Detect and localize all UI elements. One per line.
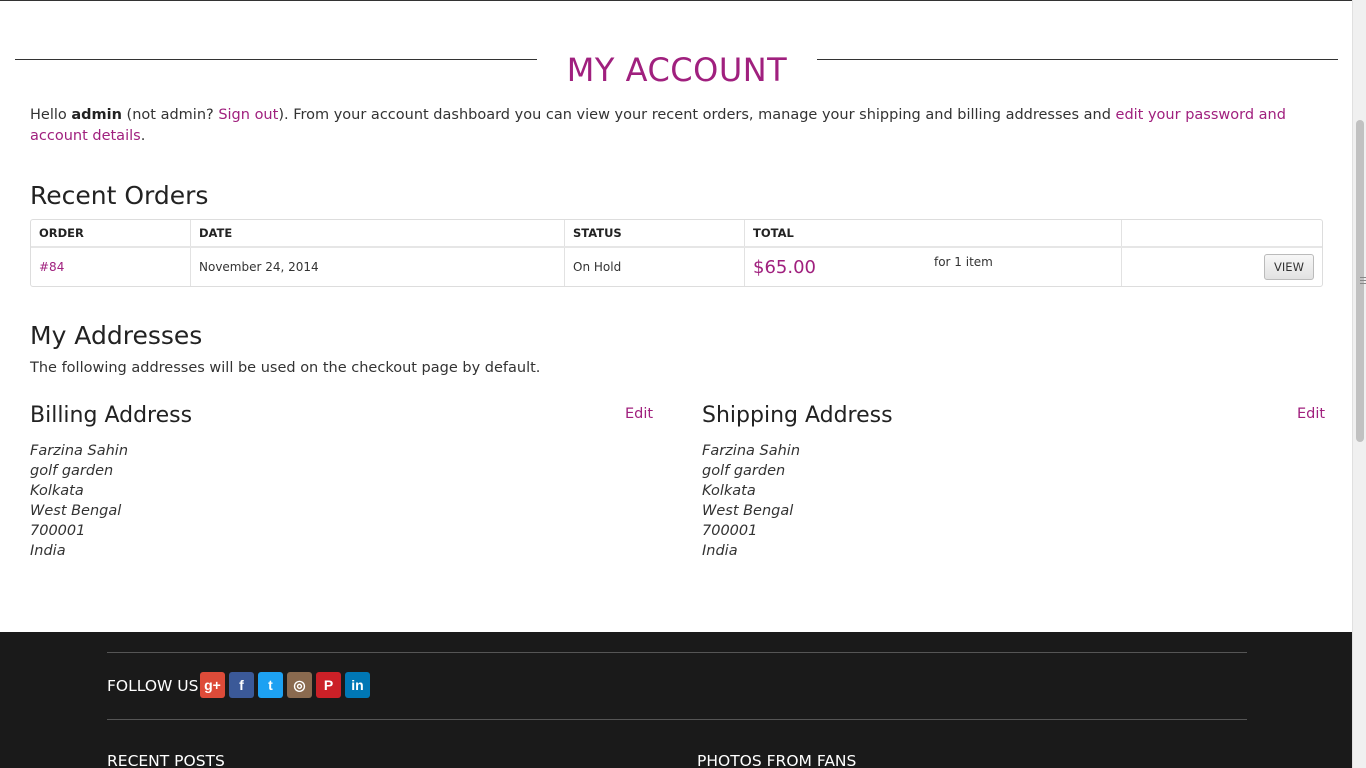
scrollbar-grip-line bbox=[1360, 283, 1366, 284]
page-scrollbar[interactable] bbox=[1352, 0, 1366, 768]
facebook-icon[interactable]: f bbox=[229, 672, 254, 698]
order-number-link[interactable]: #84 bbox=[39, 260, 64, 274]
pinterest-icon[interactable]: P bbox=[316, 672, 341, 698]
billing-address-title: Billing Address bbox=[30, 403, 193, 428]
orders-header-row: ORDER DATE STATUS TOTAL bbox=[31, 220, 1322, 248]
order-item-count: for 1 item bbox=[933, 255, 993, 269]
column-header-status: STATUS bbox=[565, 220, 745, 246]
twitter-icon[interactable]: t bbox=[258, 672, 283, 698]
orders-table: ORDER DATE STATUS TOTAL #84 November 24,… bbox=[30, 219, 1323, 287]
scrollbar-grip-line bbox=[1360, 277, 1366, 278]
edit-billing-address-link[interactable]: Edit bbox=[625, 406, 653, 422]
intro-not-user: (not admin? bbox=[121, 107, 219, 123]
addresses-description: The following addresses will be used on … bbox=[30, 360, 541, 376]
google-plus-icon[interactable]: g+ bbox=[200, 672, 225, 698]
intro-hello: Hello bbox=[30, 107, 72, 123]
shipping-city: Kolkata bbox=[702, 483, 756, 499]
column-header-total: TOTAL bbox=[745, 220, 1122, 246]
linkedin-icon[interactable]: in bbox=[345, 672, 370, 698]
title-rule-left bbox=[15, 59, 537, 60]
view-order-button[interactable]: VIEW bbox=[1264, 254, 1314, 280]
column-header-date: DATE bbox=[191, 220, 565, 246]
sign-out-link[interactable]: Sign out bbox=[218, 107, 278, 123]
instagram-icon[interactable]: ◎ bbox=[287, 672, 312, 698]
recent-posts-heading: RECENT POSTS bbox=[107, 752, 225, 768]
scrollbar-grip-line bbox=[1360, 280, 1366, 281]
billing-country: India bbox=[30, 543, 66, 559]
billing-postcode: 700001 bbox=[30, 523, 86, 539]
footer-rule-bottom bbox=[107, 719, 1247, 720]
billing-street: golf garden bbox=[30, 463, 114, 479]
title-rule-right bbox=[817, 59, 1338, 60]
shipping-address-title: Shipping Address bbox=[702, 403, 893, 428]
main-content: MY ACCOUNT Hello admin (not admin? Sign … bbox=[0, 0, 1352, 632]
billing-address: Farzina Sahin golf garden Kolkata West B… bbox=[30, 441, 128, 561]
follow-us-label: FOLLOW US bbox=[107, 677, 199, 695]
shipping-name: Farzina Sahin bbox=[702, 443, 801, 459]
order-number-cell: #84 bbox=[31, 248, 191, 286]
shipping-address: Farzina Sahin golf garden Kolkata West B… bbox=[702, 441, 800, 561]
column-header-actions bbox=[1122, 220, 1322, 246]
account-intro: Hello admin (not admin? Sign out). From … bbox=[30, 105, 1330, 147]
photos-from-fans-heading: PHOTOS FROM FANS bbox=[697, 752, 857, 768]
billing-name: Farzina Sahin bbox=[30, 443, 129, 459]
social-links: g+ f t ◎ P in bbox=[200, 672, 370, 698]
billing-city: Kolkata bbox=[30, 483, 84, 499]
intro-middle: ). From your account dashboard you can v… bbox=[278, 107, 1116, 123]
intro-end: . bbox=[140, 128, 146, 144]
shipping-postcode: 700001 bbox=[702, 523, 758, 539]
page-title: MY ACCOUNT bbox=[566, 51, 788, 89]
edit-shipping-address-link[interactable]: Edit bbox=[1297, 406, 1325, 422]
recent-orders-heading: Recent Orders bbox=[30, 181, 209, 210]
order-status: On Hold bbox=[565, 248, 745, 286]
column-header-order: ORDER bbox=[31, 220, 191, 246]
shipping-street: golf garden bbox=[702, 463, 786, 479]
footer-rule-top bbox=[107, 652, 1247, 653]
order-total-cell: $65.00 for 1 item bbox=[745, 248, 1122, 286]
order-total-amount: $65.00 bbox=[753, 256, 816, 278]
shipping-country: India bbox=[702, 543, 738, 559]
shipping-state: West Bengal bbox=[702, 503, 794, 519]
billing-state: West Bengal bbox=[30, 503, 122, 519]
order-actions-cell: VIEW bbox=[1122, 248, 1322, 286]
my-addresses-heading: My Addresses bbox=[30, 321, 203, 350]
intro-username: admin bbox=[71, 107, 122, 123]
scrollbar-thumb[interactable] bbox=[1356, 120, 1366, 442]
order-date: November 24, 2014 bbox=[191, 248, 565, 286]
table-row: #84 November 24, 2014 On Hold $65.00 for… bbox=[31, 248, 1322, 286]
